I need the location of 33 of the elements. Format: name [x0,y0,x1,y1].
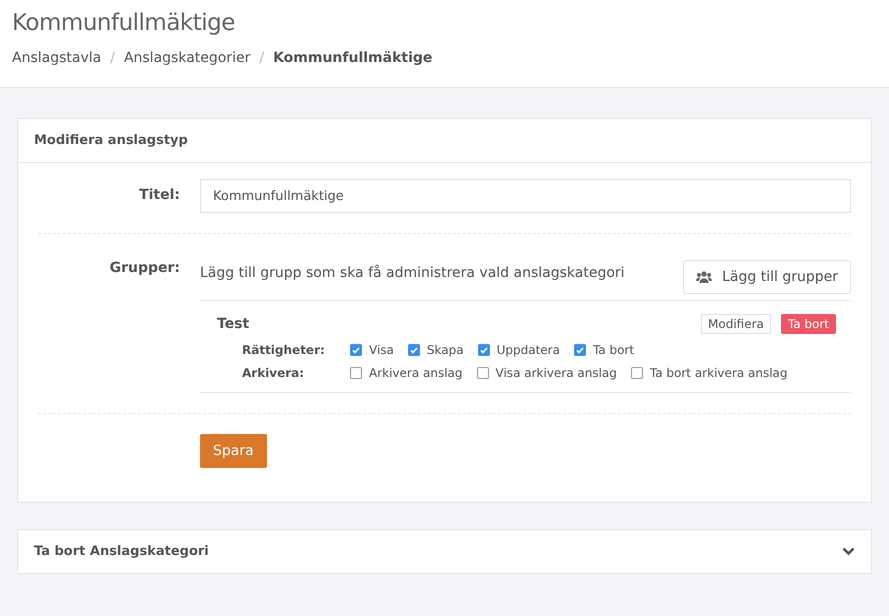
checkbox-label: Uppdatera [496,343,560,357]
edit-button[interactable]: Modifiera [701,314,771,334]
add-groups-button[interactable]: Lägg till grupper [683,260,851,294]
card-title: Modifiera anslagstyp [18,119,871,163]
field-label: Titel: [138,186,180,203]
breadcrumb-separator: / [259,50,264,66]
checkbox[interactable] [350,344,362,356]
checkbox[interactable] [574,344,586,356]
panel-title: Ta bort Anslagskategori [34,544,209,559]
page-title: Kommunfullmäktige [12,10,236,36]
checkbox[interactable] [350,367,362,379]
groups-hint: Lägg till grupp som ska få administrera vald anslagskategori [200,264,625,281]
permission-label: Arkivera: [242,366,306,380]
users-icon [696,271,712,283]
checkbox[interactable] [630,367,643,379]
checkbox-label: Arkivera anslag [369,366,463,380]
checkbox-label: Ta bort arkivera anslag [650,366,788,380]
checkbox-label: Skapa [426,343,464,357]
breadcrumb-item[interactable]: Anslagskategorier [124,50,250,66]
checkbox[interactable] [476,367,489,379]
breadcrumb-separator: / [110,50,115,66]
breadcrumb-item: Kommunfullmäktige [273,50,432,66]
checkbox[interactable] [478,344,490,356]
field-label: Grupper: [108,260,180,276]
checkbox[interactable] [408,344,420,356]
checkbox-label: Visa [369,343,394,357]
permission-label: Rättigheter: [242,343,326,357]
collapsible-panel[interactable]: Ta bort Anslagskategori [17,529,872,574]
group-name: Test [217,316,250,332]
title-input[interactable]: Kommunfullmäktige [200,179,851,213]
checkbox-label: Visa arkivera anslag [496,366,617,380]
breadcrumb-item[interactable]: Anslagstavla [12,50,102,66]
checkbox-label: Ta bort [592,343,634,357]
